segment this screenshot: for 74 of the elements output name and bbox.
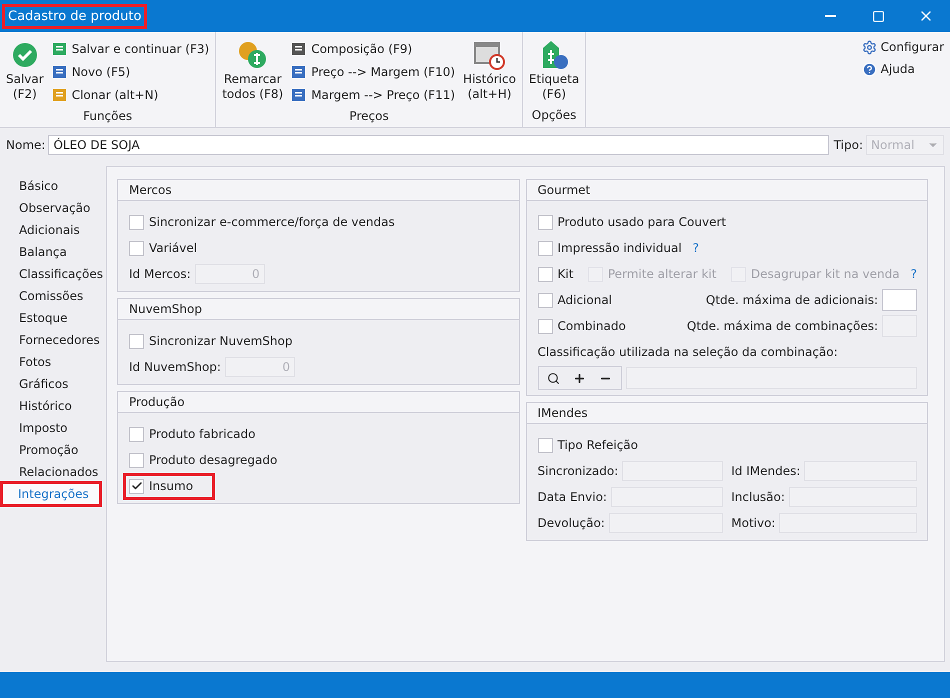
field-label: Motivo: bbox=[731, 516, 776, 530]
field-label: Inclusão: bbox=[731, 490, 785, 504]
input-field[interactable] bbox=[882, 289, 917, 311]
group-label: Preços bbox=[348, 108, 390, 125]
ribbon-button[interactable]: Clonar (alt+N) bbox=[50, 84, 212, 106]
ribbon-button[interactable]: Preço --> Margem (F10) bbox=[289, 61, 458, 83]
window-title: Cadastro de produto bbox=[2, 4, 148, 28]
sidebar-item[interactable]: Classificações bbox=[0, 263, 106, 285]
checkbox[interactable]: Tipo Refeição bbox=[538, 438, 638, 452]
help-icon bbox=[862, 62, 877, 76]
ribbon-button[interactable]: Configurar bbox=[860, 36, 946, 58]
sidebar-item[interactable]: Balança bbox=[0, 241, 106, 263]
maximize-icon bbox=[872, 10, 884, 22]
checkbox[interactable]: Variável bbox=[129, 240, 198, 256]
ribbon-button[interactable]: Histórico (alt+H) bbox=[461, 36, 518, 106]
field-label: Nome: bbox=[6, 138, 46, 152]
group-label: Opções bbox=[530, 107, 578, 124]
ribbon-button[interactable]: Margem --> Preço (F11) bbox=[289, 84, 458, 106]
field-label: Sincronizado: bbox=[538, 464, 618, 478]
group-title: IMendes bbox=[526, 403, 927, 424]
ribbon-button[interactable]: Etiqueta (F6) bbox=[526, 36, 582, 105]
sidebar-item[interactable]: Gráficos bbox=[0, 373, 106, 395]
coins-icon bbox=[238, 41, 268, 69]
checkbox[interactable]: Insumo bbox=[129, 478, 210, 494]
checkbox[interactable]: Kit bbox=[538, 266, 574, 282]
minimize-icon bbox=[824, 15, 836, 17]
checkbox[interactable]: Sincronizar NuvemShop bbox=[129, 334, 292, 348]
caption-text: Classificação utilizada na seleção da combinação: bbox=[538, 345, 838, 359]
checkbox[interactable]: Sincronizar e-commerce/força de vendas bbox=[129, 214, 395, 230]
sidebar-item[interactable]: Promoção bbox=[0, 439, 106, 461]
help-link[interactable]: ? bbox=[692, 241, 700, 255]
ribbon-button[interactable]: Novo (F5) bbox=[50, 61, 212, 83]
sidebar-item[interactable]: Adicionais bbox=[0, 219, 106, 241]
group-title: Mercos bbox=[118, 180, 518, 201]
sidebar-item[interactable]: Comissões bbox=[0, 285, 106, 307]
input-field[interactable]: ÓLEO DE SOJA bbox=[48, 135, 829, 155]
group-title: NuvemShop bbox=[118, 299, 518, 320]
field-label: Id NuvemShop: bbox=[129, 360, 221, 374]
sidebar-item[interactable]: Observação bbox=[0, 197, 106, 219]
search-icon bbox=[547, 372, 560, 384]
field-label: Qtde. máxima de combinações: bbox=[686, 319, 878, 333]
ribbon-button[interactable]: Ajuda bbox=[860, 58, 946, 80]
checkmark-icon bbox=[12, 42, 38, 68]
plus-icon bbox=[573, 372, 586, 384]
checkbox[interactable]: Produto desagregado bbox=[129, 452, 278, 468]
sidebar-item[interactable]: Relacionados bbox=[0, 461, 106, 483]
ribbon-button[interactable]: Remarcar todos (F8) bbox=[220, 36, 286, 106]
field-label: Qtde. máxima de adicionais: bbox=[706, 293, 878, 307]
checkbox[interactable]: Produto fabricado bbox=[129, 426, 256, 442]
settings-icon bbox=[862, 40, 877, 54]
group-title: Gourmet bbox=[526, 180, 927, 201]
checkbox[interactable]: Combinado bbox=[538, 318, 626, 334]
ribbon-button[interactable]: Salvar (F2) bbox=[4, 36, 46, 106]
sidebar-item[interactable]: Estoque bbox=[0, 307, 106, 329]
group-label: Funções bbox=[82, 108, 134, 125]
sidebar-item[interactable]: Integrações bbox=[2, 483, 100, 505]
checkbox[interactable]: Adicional bbox=[538, 292, 612, 308]
ribbon-button[interactable]: Composição (F9) bbox=[289, 38, 458, 60]
field-label: Data Envio: bbox=[538, 490, 607, 504]
sidebar-item[interactable]: Histórico bbox=[0, 395, 106, 417]
sidebar-item[interactable]: Imposto bbox=[0, 417, 106, 439]
checkbox[interactable]: Impressão individual ? bbox=[538, 240, 700, 256]
sidebar-item[interactable]: Básico bbox=[0, 175, 106, 197]
field-label: Tipo: bbox=[834, 138, 863, 152]
field-label: Devolução: bbox=[538, 516, 605, 530]
field-label: Id IMendes: bbox=[731, 464, 800, 478]
group-title: Produção bbox=[118, 392, 518, 413]
calendar-clock-icon bbox=[473, 40, 506, 70]
field-label: Id Mercos: bbox=[129, 267, 191, 281]
sidebar-item[interactable]: Fotos bbox=[0, 351, 106, 373]
ribbon-button[interactable]: Salvar e continuar (F3) bbox=[50, 38, 212, 60]
sidebar-item[interactable]: Fornecedores bbox=[0, 329, 106, 351]
checkbox[interactable]: Produto usado para Couvert bbox=[538, 214, 726, 230]
check-icon bbox=[130, 480, 142, 492]
